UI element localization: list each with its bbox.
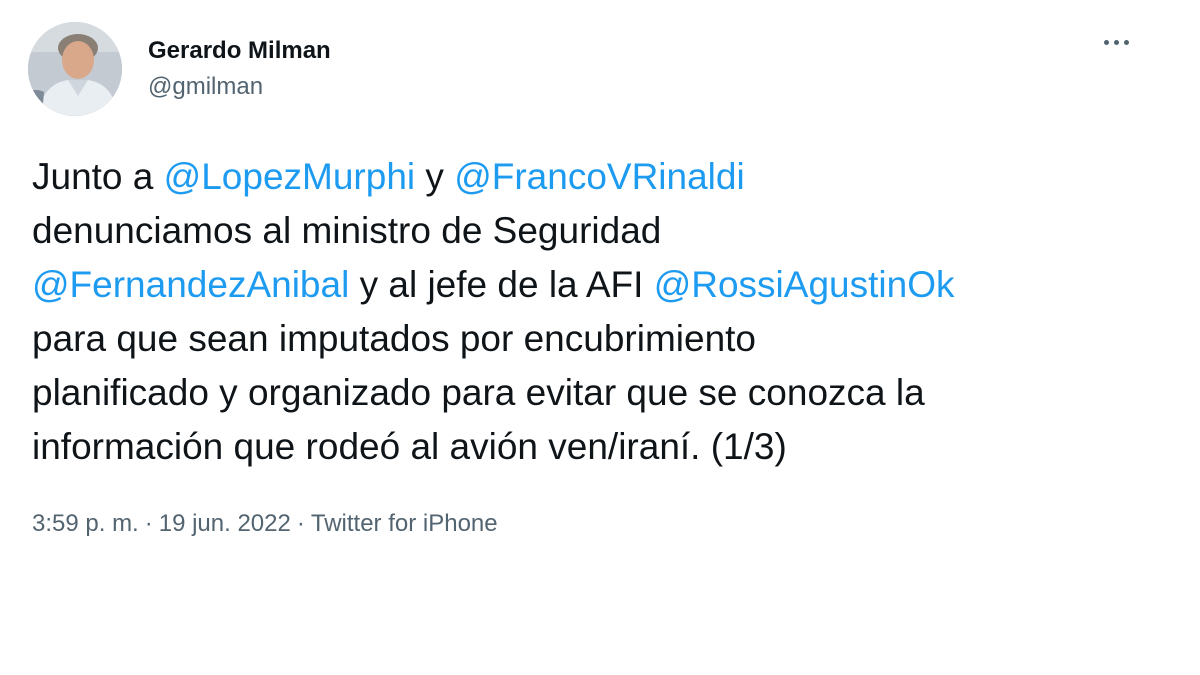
tweet-text-segment: Junto a: [32, 156, 164, 197]
author-names: Gerardo Milman @gmilman: [148, 36, 331, 102]
tweet-text-line: denunciamos al ministro de Seguridad: [32, 204, 1172, 258]
more-horizontal-icon: [1123, 39, 1129, 45]
tweet-text-line: información que rodeó al avión ven/iraní…: [32, 420, 1172, 474]
avatar[interactable]: [28, 22, 122, 116]
tweet-time[interactable]: 3:59 p. m.: [32, 510, 139, 537]
author-display-name[interactable]: Gerardo Milman: [148, 36, 331, 66]
tweet-text: Junto a @LopezMurphi y @FrancoVRinaldi de…: [32, 150, 1172, 474]
tweet-text-segment: información que rodeó al avión ven/iraní…: [32, 426, 787, 467]
mention-link[interactable]: @RossiAgustinOk: [654, 264, 955, 305]
more-horizontal-icon: [1113, 39, 1119, 45]
mention-link[interactable]: @FernandezAnibal: [32, 264, 349, 305]
tweet-text-segment: y al jefe de la AFI: [349, 264, 654, 305]
separator: ·: [296, 510, 305, 537]
tweet-text-line: planificado y organizado para evitar que…: [32, 366, 1172, 420]
tweet-date[interactable]: 19 jun. 2022: [159, 510, 291, 537]
more-horizontal-icon: [1103, 39, 1109, 45]
mention-link[interactable]: @LopezMurphi: [164, 156, 415, 197]
mention-link[interactable]: @FrancoVRinaldi: [454, 156, 745, 197]
tweet-text-line: para que sean imputados por encubrimient…: [32, 312, 1172, 366]
tweet-text-segment: y: [415, 156, 455, 197]
tweet-text-segment: planificado y organizado para evitar que…: [32, 372, 925, 413]
more-options-button[interactable]: [1096, 30, 1136, 54]
avatar-photo: [28, 22, 122, 116]
tweet-text-segment: denunciamos al ministro de Seguridad: [32, 210, 662, 251]
tweet: Gerardo Milman @gmilman Junto a @LopezMu…: [0, 0, 1200, 675]
tweet-text-segment: para que sean imputados por encubrimient…: [32, 318, 757, 359]
tweet-text-line: Junto a @LopezMurphi y @FrancoVRinaldi: [32, 150, 1172, 204]
tweet-metadata: 3:59 p. m. · 19 jun. 2022 · Twitter for iPho…: [32, 508, 498, 540]
separator: ·: [144, 510, 153, 537]
tweet-text-line: @FernandezAnibal y al jefe de la AFI @Ro…: [32, 258, 1172, 312]
tweet-source[interactable]: Twitter for iPhone: [311, 510, 498, 537]
author-handle[interactable]: @gmilman: [148, 72, 331, 102]
tweet-header: Gerardo Milman @gmilman: [28, 22, 331, 116]
